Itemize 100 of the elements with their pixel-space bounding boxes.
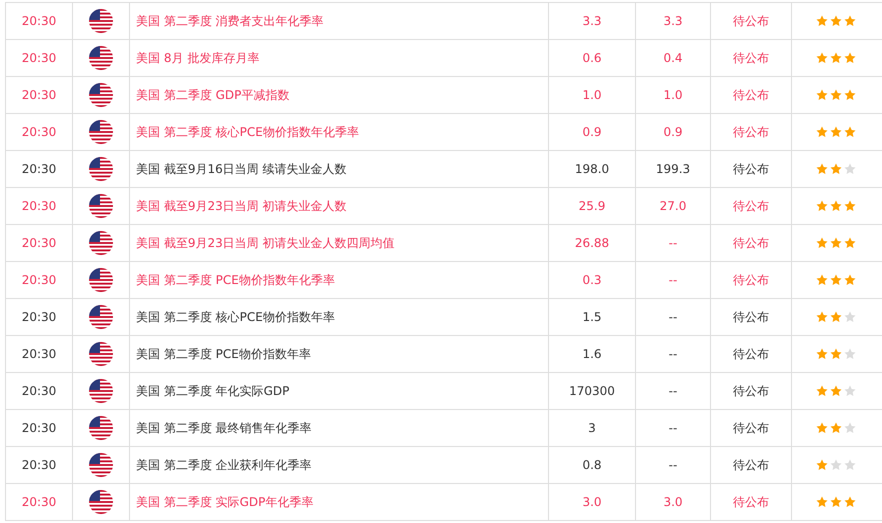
event-cell: 美国 第二季度 企业获利年化季率 bbox=[130, 447, 549, 484]
flag-icon bbox=[89, 268, 113, 292]
time-cell: 20:30 bbox=[6, 151, 73, 188]
time-cell: 20:30 bbox=[6, 40, 73, 77]
event-cell: 美国 截至9月23日当周 初请失业金人数 bbox=[130, 188, 549, 225]
star-icon bbox=[844, 422, 856, 434]
status-cell: 待公布 bbox=[711, 484, 792, 521]
previous-cell: 170300 bbox=[549, 373, 636, 410]
forecast-cell: -- bbox=[636, 262, 711, 299]
star-icon bbox=[830, 52, 842, 64]
star-icon bbox=[816, 496, 828, 508]
time-cell: 20:30 bbox=[6, 3, 73, 40]
flag-icon bbox=[89, 342, 113, 366]
forecast-cell: 3.0 bbox=[636, 484, 711, 521]
event-cell: 美国 第二季度 实际GDP年化季率 bbox=[130, 484, 549, 521]
forecast-cell: 199.3 bbox=[636, 151, 711, 188]
star-icon bbox=[816, 311, 828, 323]
flag-icon bbox=[89, 157, 113, 181]
time-cell: 20:30 bbox=[6, 225, 73, 262]
star-icon bbox=[830, 496, 842, 508]
star-icon bbox=[844, 496, 856, 508]
previous-cell: 1.6 bbox=[549, 336, 636, 373]
status-cell: 待公布 bbox=[711, 336, 792, 373]
star-icon bbox=[816, 163, 828, 175]
star-icon bbox=[816, 15, 828, 27]
star-icon bbox=[816, 89, 828, 101]
event-cell: 美国 截至9月16日当周 续请失业金人数 bbox=[130, 151, 549, 188]
star-icon bbox=[844, 385, 856, 397]
forecast-cell: -- bbox=[636, 336, 711, 373]
star-icon bbox=[830, 126, 842, 138]
status-cell: 待公布 bbox=[711, 262, 792, 299]
time-cell: 20:30 bbox=[6, 188, 73, 225]
flag-icon bbox=[89, 120, 113, 144]
star-icon bbox=[816, 126, 828, 138]
star-icon bbox=[830, 163, 842, 175]
status-cell: 待公布 bbox=[711, 188, 792, 225]
event-cell: 美国 第二季度 GDP平减指数 bbox=[130, 77, 549, 114]
star-icon bbox=[844, 348, 856, 360]
star-icon bbox=[816, 200, 828, 212]
time-cell: 20:30 bbox=[6, 410, 73, 447]
status-cell: 待公布 bbox=[711, 3, 792, 40]
star-icon bbox=[816, 385, 828, 397]
previous-cell: 3 bbox=[549, 410, 636, 447]
star-icon bbox=[844, 163, 856, 175]
time-cell: 20:30 bbox=[6, 299, 73, 336]
time-cell: 20:30 bbox=[6, 114, 73, 151]
status-cell: 待公布 bbox=[711, 447, 792, 484]
previous-cell: 1.5 bbox=[549, 299, 636, 336]
star-icon bbox=[830, 311, 842, 323]
status-cell: 待公布 bbox=[711, 410, 792, 447]
flag-icon bbox=[89, 9, 113, 33]
status-cell: 待公布 bbox=[711, 77, 792, 114]
time-cell: 20:30 bbox=[6, 336, 73, 373]
star-icon bbox=[830, 422, 842, 434]
event-cell: 美国 第二季度 年化实际GDP bbox=[130, 373, 549, 410]
time-cell: 20:30 bbox=[6, 484, 73, 521]
flag-icon bbox=[89, 416, 113, 440]
event-cell: 美国 截至9月23日当周 初请失业金人数四周均值 bbox=[130, 225, 549, 262]
forecast-cell: -- bbox=[636, 373, 711, 410]
previous-cell: 0.6 bbox=[549, 40, 636, 77]
forecast-cell: 3.3 bbox=[636, 3, 711, 40]
previous-cell: 198.0 bbox=[549, 151, 636, 188]
time-cell: 20:30 bbox=[6, 262, 73, 299]
forecast-cell: -- bbox=[636, 410, 711, 447]
event-cell: 美国 第二季度 消费者支出年化季率 bbox=[130, 3, 549, 40]
status-cell: 待公布 bbox=[711, 225, 792, 262]
star-icon bbox=[844, 200, 856, 212]
forecast-cell: 0.9 bbox=[636, 114, 711, 151]
forecast-cell: -- bbox=[636, 225, 711, 262]
previous-cell: 3.0 bbox=[549, 484, 636, 521]
star-icon bbox=[830, 89, 842, 101]
event-cell: 美国 第二季度 核心PCE物价指数年化季率 bbox=[130, 114, 549, 151]
flag-icon bbox=[89, 83, 113, 107]
forecast-cell: 0.4 bbox=[636, 40, 711, 77]
flag-icon bbox=[89, 490, 113, 514]
flag-icon bbox=[89, 231, 113, 255]
time-cell: 20:30 bbox=[6, 447, 73, 484]
star-icon bbox=[830, 385, 842, 397]
status-cell: 待公布 bbox=[711, 373, 792, 410]
star-icon bbox=[830, 274, 842, 286]
event-cell: 美国 第二季度 PCE物价指数年率 bbox=[130, 336, 549, 373]
star-icon bbox=[816, 52, 828, 64]
status-cell: 待公布 bbox=[711, 299, 792, 336]
time-cell: 20:30 bbox=[6, 373, 73, 410]
forecast-cell: 1.0 bbox=[636, 77, 711, 114]
star-icon bbox=[816, 274, 828, 286]
star-icon bbox=[830, 200, 842, 212]
event-cell: 美国 第二季度 核心PCE物价指数年率 bbox=[130, 299, 549, 336]
status-cell: 待公布 bbox=[711, 40, 792, 77]
previous-cell: 0.8 bbox=[549, 447, 636, 484]
flag-icon bbox=[89, 305, 113, 329]
star-icon bbox=[830, 459, 842, 471]
time-cell: 20:30 bbox=[6, 77, 73, 114]
star-icon bbox=[844, 89, 856, 101]
forecast-cell: -- bbox=[636, 447, 711, 484]
event-cell: 美国 第二季度 PCE物价指数年化季率 bbox=[130, 262, 549, 299]
previous-cell: 0.9 bbox=[549, 114, 636, 151]
previous-cell: 26.88 bbox=[549, 225, 636, 262]
star-icon bbox=[816, 422, 828, 434]
star-icon bbox=[844, 126, 856, 138]
